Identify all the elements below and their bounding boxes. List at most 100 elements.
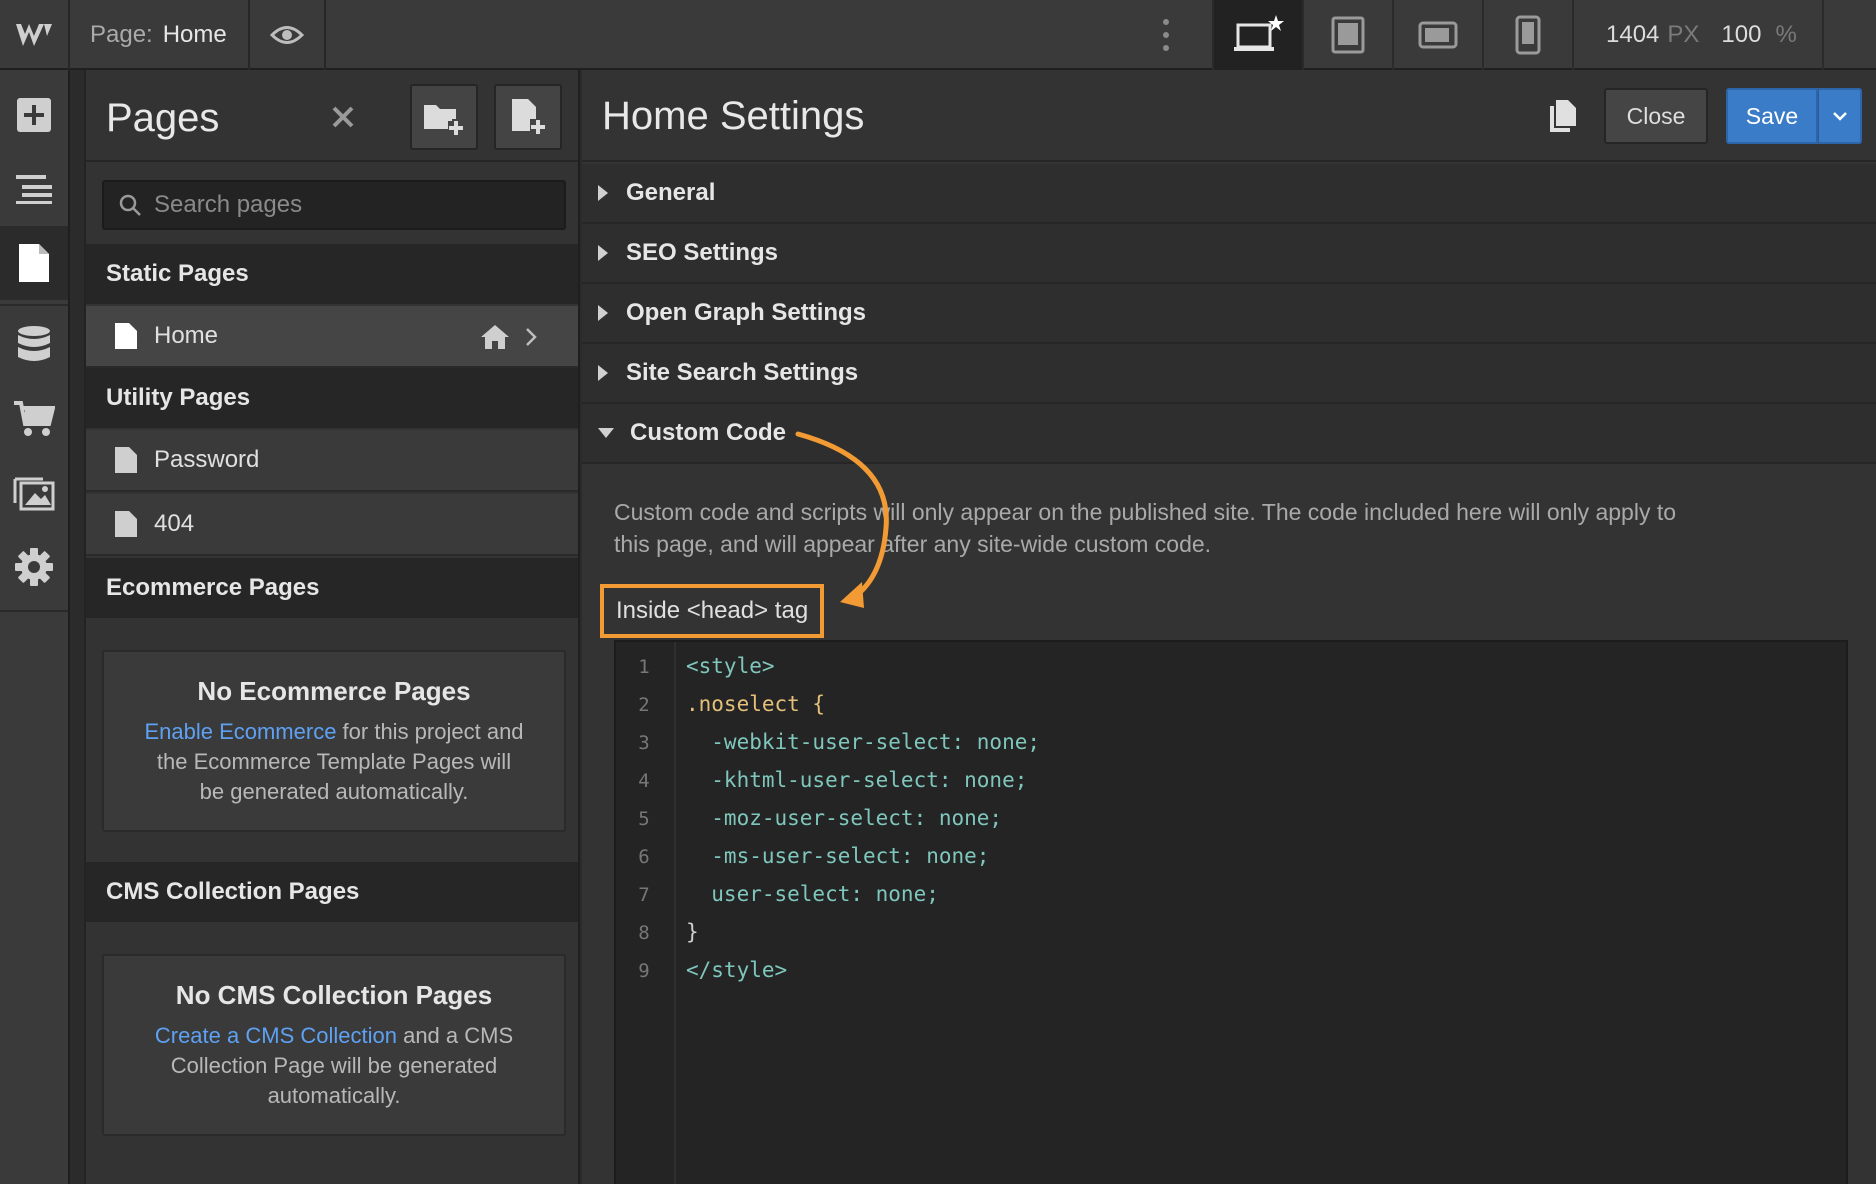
- inside-head-tag-label: Inside <head> tag: [600, 584, 825, 638]
- page-doc-icon: [115, 323, 137, 349]
- rail-cms-button[interactable]: [0, 308, 68, 382]
- device-tablet-button[interactable]: [1302, 0, 1392, 70]
- empty-state-text-part: the Ecommerce Template Pages will: [156, 749, 512, 774]
- search-icon: [119, 194, 141, 216]
- search-pages-input[interactable]: [154, 191, 554, 219]
- static-pages-heading: Static Pages: [86, 244, 578, 304]
- rail-separator: [0, 610, 68, 612]
- line-number: 8: [638, 922, 650, 944]
- page-item-label: Password: [154, 446, 260, 473]
- webflow-logo-icon: [16, 24, 52, 46]
- more-vertical-icon: [1163, 19, 1169, 51]
- line-number: 4: [638, 770, 650, 792]
- save-options-dropdown[interactable]: [1818, 88, 1862, 144]
- chevron-down-icon: [1832, 112, 1847, 121]
- cms-icon: [18, 326, 50, 361]
- description-line: Custom code and scripts will only appear…: [614, 499, 1677, 525]
- rail-add-button[interactable]: [0, 78, 68, 152]
- empty-state-title: No CMS Collection Pages: [175, 980, 493, 1010]
- empty-state-text-part: be generated automatically.: [199, 779, 469, 804]
- page-item-home[interactable]: Home: [86, 306, 578, 368]
- code-line: -ms-user-select: none;: [686, 844, 990, 868]
- device-desktop-button[interactable]: [1212, 0, 1302, 70]
- rail-settings-button[interactable]: [0, 530, 68, 604]
- enable-ecommerce-link[interactable]: Enable Ecommerce: [144, 719, 336, 744]
- add-folder-button[interactable]: [410, 84, 478, 150]
- close-button[interactable]: Close: [1604, 88, 1708, 144]
- duplicate-page-button[interactable]: [1546, 98, 1582, 134]
- caret-down-icon: [598, 428, 614, 438]
- tablet-icon: [1331, 16, 1365, 54]
- section-seo-settings[interactable]: SEO Settings: [582, 224, 1876, 284]
- rail-pages-button[interactable]: [0, 226, 68, 300]
- pages-panel-title: Pages: [106, 96, 220, 140]
- line-number: 6: [638, 846, 650, 868]
- canvas-width-unit: PX: [1667, 21, 1700, 48]
- empty-state-title: No Ecommerce Pages: [197, 676, 471, 706]
- search-pages-field[interactable]: [102, 180, 566, 230]
- section-label: Open Graph Settings: [626, 299, 867, 326]
- home-icon: [481, 325, 509, 349]
- empty-state-text-part: for this project and: [336, 719, 524, 744]
- ecommerce-empty-state: No Ecommerce Pages Enable Ecommerce for …: [102, 650, 566, 832]
- section-label: Custom Code: [630, 419, 786, 446]
- code-line: .noselect {: [686, 692, 826, 716]
- section-label: SEO Settings: [626, 239, 779, 266]
- cms-pages-heading: CMS Collection Pages: [86, 862, 578, 922]
- desktop-star-icon: [1234, 15, 1284, 51]
- left-rail: [0, 70, 70, 1184]
- section-custom-code[interactable]: Custom Code: [582, 404, 1876, 464]
- page-doc-icon: [115, 447, 137, 473]
- settings-header: Home Settings Close Save: [582, 70, 1876, 162]
- ecommerce-icon: [14, 401, 55, 436]
- section-general[interactable]: General: [582, 164, 1876, 224]
- mobile-landscape-icon: [1418, 21, 1458, 49]
- chevron-right-icon[interactable]: [524, 326, 538, 348]
- rail-separator: [0, 304, 68, 306]
- line-number: 7: [638, 884, 650, 906]
- more-options-button[interactable]: [1146, 0, 1186, 70]
- rail-navigator-button[interactable]: [0, 152, 68, 226]
- rail-ecommerce-button[interactable]: [0, 382, 68, 456]
- section-site-search-settings[interactable]: Site Search Settings: [582, 344, 1876, 404]
- settings-title: Home Settings: [602, 94, 865, 138]
- empty-state-text: Enable Ecommerce for this project and th…: [122, 717, 546, 807]
- preview-button[interactable]: [250, 0, 326, 70]
- code-line: -khtml-user-select: none;: [686, 768, 1028, 792]
- section-open-graph-settings[interactable]: Open Graph Settings: [582, 284, 1876, 344]
- add-folder-icon: [424, 105, 464, 135]
- eye-icon: [270, 26, 304, 44]
- custom-code-editor[interactable]: 1 2 3 4 5 6 7 8 9 <style> .noselect { -w…: [614, 640, 1848, 1184]
- add-icon: [17, 98, 51, 132]
- save-button[interactable]: Save: [1726, 88, 1818, 144]
- custom-code-description: Custom code and scripts will only appear…: [614, 496, 1834, 560]
- create-cms-collection-link[interactable]: Create a CMS Collection: [155, 1023, 397, 1048]
- line-number: 2: [638, 694, 650, 716]
- page-item-label: 404: [154, 510, 195, 537]
- empty-state-text: Create a CMS Collection and a CMS Collec…: [122, 1021, 546, 1111]
- line-number: 1: [638, 656, 650, 678]
- page-item-password[interactable]: Password: [86, 430, 578, 492]
- code-line: user-select: none;: [686, 882, 939, 906]
- cms-empty-state: No CMS Collection Pages Create a CMS Col…: [102, 954, 566, 1136]
- rail-assets-button[interactable]: [0, 456, 68, 530]
- page-selector[interactable]: Page: Home: [70, 0, 250, 70]
- settings-gear-icon: [15, 548, 53, 586]
- line-number: 3: [638, 732, 650, 754]
- caret-right-icon: [598, 305, 608, 321]
- pages-panel-close-button[interactable]: [326, 100, 360, 134]
- webflow-logo[interactable]: [0, 0, 70, 70]
- pages-panel: Pages Static P: [84, 70, 580, 1184]
- mobile-portrait-icon: [1515, 15, 1541, 55]
- page-item-404[interactable]: 404: [86, 494, 578, 556]
- page-item-label: Home: [154, 322, 219, 349]
- empty-state-text-part: automatically.: [267, 1083, 401, 1108]
- code-line: -webkit-user-select: none;: [686, 730, 1041, 754]
- add-page-button[interactable]: [494, 84, 562, 150]
- code-line: -moz-user-select: none;: [686, 806, 1003, 830]
- device-mobile-portrait-button[interactable]: [1482, 0, 1572, 70]
- line-number: 9: [638, 960, 650, 982]
- page-label: Page:: [90, 21, 153, 48]
- device-mobile-landscape-button[interactable]: [1392, 0, 1482, 70]
- section-label: General: [626, 179, 716, 206]
